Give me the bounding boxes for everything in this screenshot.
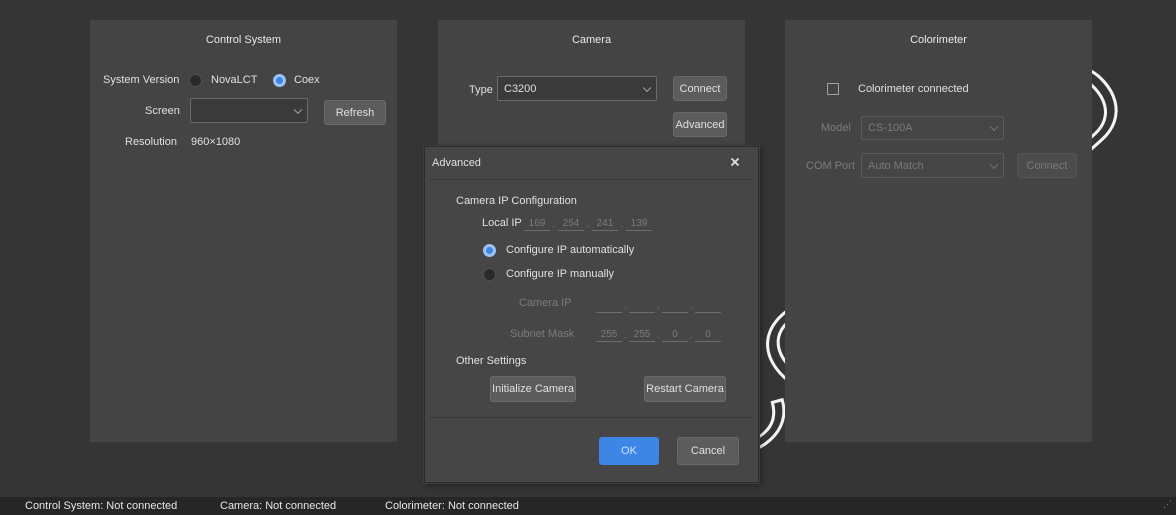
resolution-value: 960×1080 xyxy=(191,136,241,148)
local-ip-octet-1: 169 xyxy=(524,217,550,231)
local-ip-octet-4: 139 xyxy=(626,217,652,231)
control-system-panel: Control System System Version NovaLCT Co… xyxy=(90,20,397,442)
cancel-button[interactable]: Cancel xyxy=(677,437,739,465)
initialize-camera-button[interactable]: Initialize Camera xyxy=(490,376,576,402)
coex-radio[interactable] xyxy=(273,74,286,87)
chevron-down-icon xyxy=(989,122,999,132)
configure-auto-radio[interactable] xyxy=(483,244,496,257)
local-ip-octet-3: 241 xyxy=(592,217,618,231)
camera-title: Camera xyxy=(571,34,612,46)
camera-type-value: C3200 xyxy=(504,82,537,95)
camera-ip-config-heading: Camera IP Configuration xyxy=(456,195,577,207)
advanced-dialog: Advanced Camera IP Configuration Local I… xyxy=(424,146,759,483)
screen-select[interactable] xyxy=(190,98,308,123)
chevron-down-icon xyxy=(989,160,999,169)
other-settings-heading: Other Settings xyxy=(456,355,527,367)
camera-advanced-button[interactable]: Advanced xyxy=(673,112,727,137)
subnet-octet-3[interactable]: 0 xyxy=(662,328,688,342)
colorimeter-connected-checkbox[interactable] xyxy=(827,83,839,95)
local-ip-octet-2: 254 xyxy=(558,217,584,231)
close-icon[interactable] xyxy=(728,155,742,169)
novalct-label[interactable]: NovaLCT xyxy=(211,74,257,86)
model-label: Model xyxy=(821,122,851,134)
novalct-radio[interactable] xyxy=(189,74,202,87)
ip-dot: . xyxy=(552,219,555,230)
ip-dot: . xyxy=(690,301,693,312)
ip-dot: . xyxy=(624,330,627,341)
model-select[interactable]: CS-100A xyxy=(861,116,1004,140)
configure-manual-radio[interactable] xyxy=(483,268,496,281)
status-camera: Camera: Not connected xyxy=(220,500,337,512)
ip-dot: . xyxy=(620,219,623,230)
com-port-select-value: Auto Match xyxy=(868,159,924,172)
local-ip-label: Local IP xyxy=(482,217,522,229)
ip-dot: . xyxy=(657,330,660,341)
status-control-system: Control System: Not connected xyxy=(25,500,178,512)
colorimeter-title: Colorimeter xyxy=(910,34,967,46)
ip-dot: . xyxy=(586,219,589,230)
restart-camera-button[interactable]: Restart Camera xyxy=(644,376,726,402)
resize-grip-icon[interactable]: ⋰ xyxy=(1163,499,1172,510)
resolution-label: Resolution xyxy=(125,136,177,148)
dialog-header-divider xyxy=(429,179,754,180)
configure-auto-label[interactable]: Configure IP automatically xyxy=(506,244,634,256)
com-port-label: COM Port xyxy=(806,160,855,172)
status-bar: Control System: Not connected Camera: No… xyxy=(0,497,1176,515)
colorimeter-connect-button[interactable]: Connect xyxy=(1017,153,1077,178)
camera-ip-octet-4[interactable] xyxy=(695,299,721,313)
com-port-select[interactable]: Auto Match xyxy=(861,153,1004,178)
ip-dot: . xyxy=(690,330,693,341)
model-select-value: CS-100A xyxy=(868,122,913,134)
ok-button[interactable]: OK xyxy=(599,437,659,465)
status-colorimeter: Colorimeter: Not connected xyxy=(385,500,519,512)
subnet-octet-1[interactable]: 255 xyxy=(596,328,622,342)
camera-type-select[interactable]: C3200 xyxy=(497,76,657,101)
configure-manual-label[interactable]: Configure IP manually xyxy=(506,268,614,280)
camera-ip-octet-2[interactable] xyxy=(629,299,655,313)
coex-label[interactable]: Coex xyxy=(294,74,320,86)
dialog-footer-divider xyxy=(429,417,754,418)
screen-label: Screen xyxy=(145,105,180,117)
subnet-mask-label: Subnet Mask xyxy=(510,328,575,340)
chevron-down-icon xyxy=(642,83,652,92)
subnet-octet-2[interactable]: 255 xyxy=(629,328,655,342)
dialog-title: Advanced xyxy=(432,157,481,169)
system-version-label: System Version xyxy=(103,74,180,86)
colorimeter-connected-label: Colorimeter connected xyxy=(858,83,969,95)
ip-dot: . xyxy=(624,301,627,312)
chevron-down-icon xyxy=(293,105,303,114)
type-label: Type xyxy=(469,84,493,96)
camera-ip-octet-1[interactable] xyxy=(596,299,622,313)
camera-ip-octet-3[interactable] xyxy=(662,299,688,313)
app-window: { "colors": { "background": "#353535", "… xyxy=(0,0,1176,515)
refresh-button[interactable]: Refresh xyxy=(324,100,386,125)
control-system-title: Control System xyxy=(205,34,282,46)
colorimeter-panel: Colorimeter Colorimeter connected Model … xyxy=(785,20,1092,442)
camera-connect-button[interactable]: Connect xyxy=(673,76,727,101)
ip-dot: . xyxy=(657,301,660,312)
camera-ip-label: Camera IP xyxy=(519,297,572,309)
subnet-octet-4[interactable]: 0 xyxy=(695,328,721,342)
